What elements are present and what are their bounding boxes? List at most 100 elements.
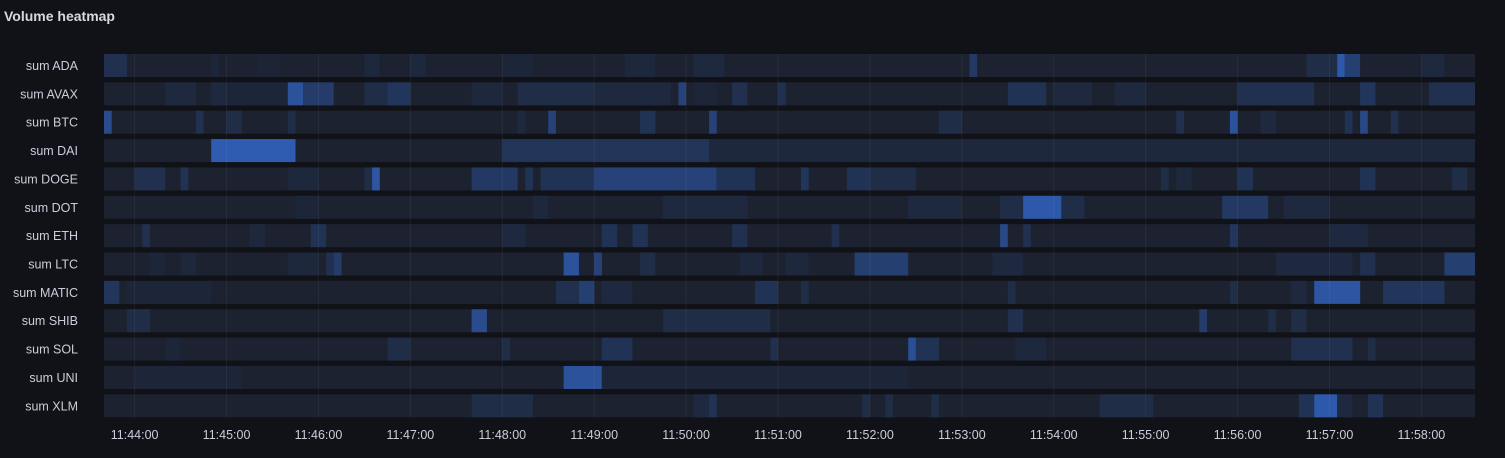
heatmap-cell[interactable] <box>854 252 909 276</box>
heatmap-cell[interactable] <box>770 337 779 361</box>
heatmap-cell[interactable] <box>1337 54 1345 77</box>
heatmap-cell[interactable] <box>1000 224 1008 248</box>
heatmap-cell[interactable] <box>1268 309 1276 333</box>
heatmap-cell[interactable] <box>180 252 196 276</box>
heatmap-cell[interactable] <box>908 195 962 219</box>
heatmap-cell[interactable] <box>142 224 150 248</box>
heatmap-cell[interactable] <box>1023 195 1062 219</box>
heatmap-cell[interactable] <box>532 195 549 219</box>
heatmap-cell[interactable] <box>1367 394 1384 418</box>
heatmap-cell[interactable] <box>1023 224 1031 248</box>
heatmap-cell[interactable] <box>1360 167 1376 191</box>
heatmap-cell[interactable] <box>502 54 533 77</box>
heatmap-cell[interactable] <box>502 139 710 163</box>
heatmap-cell[interactable] <box>1161 167 1169 191</box>
heatmap-cell[interactable] <box>211 139 296 163</box>
heatmap-cell[interactable] <box>410 54 426 77</box>
heatmap-cell[interactable] <box>104 54 127 77</box>
heatmap-cell[interactable] <box>869 167 916 191</box>
heatmap-cell[interactable] <box>525 167 533 191</box>
heatmap-cell[interactable] <box>846 167 870 191</box>
heatmap-cell[interactable] <box>601 224 618 248</box>
heatmap-cell[interactable] <box>364 82 388 106</box>
heatmap-cell[interactable] <box>594 167 717 191</box>
heatmap-cell[interactable] <box>540 167 595 191</box>
heatmap-cell[interactable] <box>372 167 380 191</box>
heatmap-cell[interactable] <box>716 167 755 191</box>
heatmap-cell[interactable] <box>1444 252 1475 276</box>
heatmap-cell[interactable] <box>601 365 909 389</box>
heatmap-cell[interactable] <box>127 280 212 304</box>
heatmap-cell[interactable] <box>624 54 656 77</box>
heatmap-cell[interactable] <box>663 195 748 219</box>
heatmap-cell[interactable] <box>287 167 319 191</box>
heatmap-cell[interactable] <box>249 224 265 248</box>
heatmap-cell[interactable] <box>134 167 166 191</box>
heatmap-cell[interactable] <box>1275 252 1353 276</box>
heatmap-cell[interactable] <box>785 252 809 276</box>
heatmap-cell[interactable] <box>1452 167 1468 191</box>
heatmap-cell[interactable] <box>885 394 893 418</box>
heatmap-cell[interactable] <box>801 280 809 304</box>
heatmap-cell[interactable] <box>1421 54 1445 77</box>
heatmap-cell[interactable] <box>755 280 778 304</box>
heatmap-cell[interactable] <box>1115 82 1146 106</box>
heatmap-cell[interactable] <box>226 110 242 134</box>
heatmap-cell[interactable] <box>578 280 595 304</box>
heatmap-cell[interactable] <box>693 54 725 77</box>
heatmap-cell[interactable] <box>471 167 518 191</box>
heatmap-cell[interactable] <box>1229 280 1238 304</box>
heatmap-cell[interactable] <box>709 394 717 418</box>
heatmap-cell[interactable] <box>165 337 181 361</box>
heatmap-cell[interactable] <box>1015 337 1046 361</box>
heatmap-cell[interactable] <box>1229 110 1238 134</box>
heatmap-cell[interactable] <box>1222 195 1269 219</box>
heatmap-cell[interactable] <box>594 252 602 276</box>
heatmap-cell[interactable] <box>1314 394 1338 418</box>
heatmap-cell[interactable] <box>601 280 633 304</box>
heatmap-cell[interactable] <box>831 224 840 248</box>
heatmap-cell[interactable] <box>1176 110 1184 134</box>
heatmap-cell[interactable] <box>287 252 319 276</box>
heatmap-cell[interactable] <box>915 337 939 361</box>
heatmap-cell[interactable] <box>1007 309 1024 333</box>
heatmap-cell[interactable] <box>471 82 503 106</box>
heatmap-cell[interactable] <box>1360 82 1376 106</box>
heatmap-cell[interactable] <box>632 224 648 248</box>
heatmap-cell[interactable] <box>1199 309 1207 333</box>
heatmap-cell[interactable] <box>387 337 411 361</box>
heatmap-cell[interactable] <box>693 394 710 418</box>
heatmap-cell[interactable] <box>1360 110 1368 134</box>
heatmap-cell[interactable] <box>387 82 411 106</box>
heatmap-cell[interactable] <box>1000 195 1024 219</box>
heatmap-cell[interactable] <box>992 252 1024 276</box>
heatmap-cell[interactable] <box>693 82 717 106</box>
heatmap-cell[interactable] <box>1344 110 1353 134</box>
heatmap-cell[interactable] <box>908 337 916 361</box>
heatmap-cell[interactable] <box>364 167 373 191</box>
heatmap-cell[interactable] <box>594 82 671 106</box>
heatmap-cell[interactable] <box>326 252 334 276</box>
heatmap-cell[interactable] <box>709 110 717 134</box>
heatmap-cell[interactable] <box>1260 110 1276 134</box>
heatmap-cell[interactable] <box>104 280 120 304</box>
heatmap-cell[interactable] <box>502 337 510 361</box>
heatmap-cell[interactable] <box>134 365 242 389</box>
heatmap-cell[interactable] <box>517 82 595 106</box>
heatmap-cell[interactable] <box>1053 82 1092 106</box>
heatmap-cell[interactable] <box>969 54 978 77</box>
heatmap-cell[interactable] <box>931 394 939 418</box>
heatmap-cell[interactable] <box>555 280 579 304</box>
heatmap-cell[interactable] <box>709 139 1475 163</box>
heatmap-cell[interactable] <box>287 110 296 134</box>
heatmap-cell[interactable] <box>640 110 656 134</box>
heatmap-cell[interactable] <box>1237 82 1315 106</box>
heatmap-cell[interactable] <box>287 82 304 106</box>
heatmap-cell[interactable] <box>601 337 633 361</box>
heatmap-cell[interactable] <box>563 252 579 276</box>
heatmap-cell[interactable] <box>165 82 196 106</box>
heatmap-cell[interactable] <box>211 82 227 106</box>
heatmap-cell[interactable] <box>1229 224 1238 248</box>
heatmap-cell[interactable] <box>1007 280 1016 304</box>
heatmap-cell[interactable] <box>1390 110 1399 134</box>
